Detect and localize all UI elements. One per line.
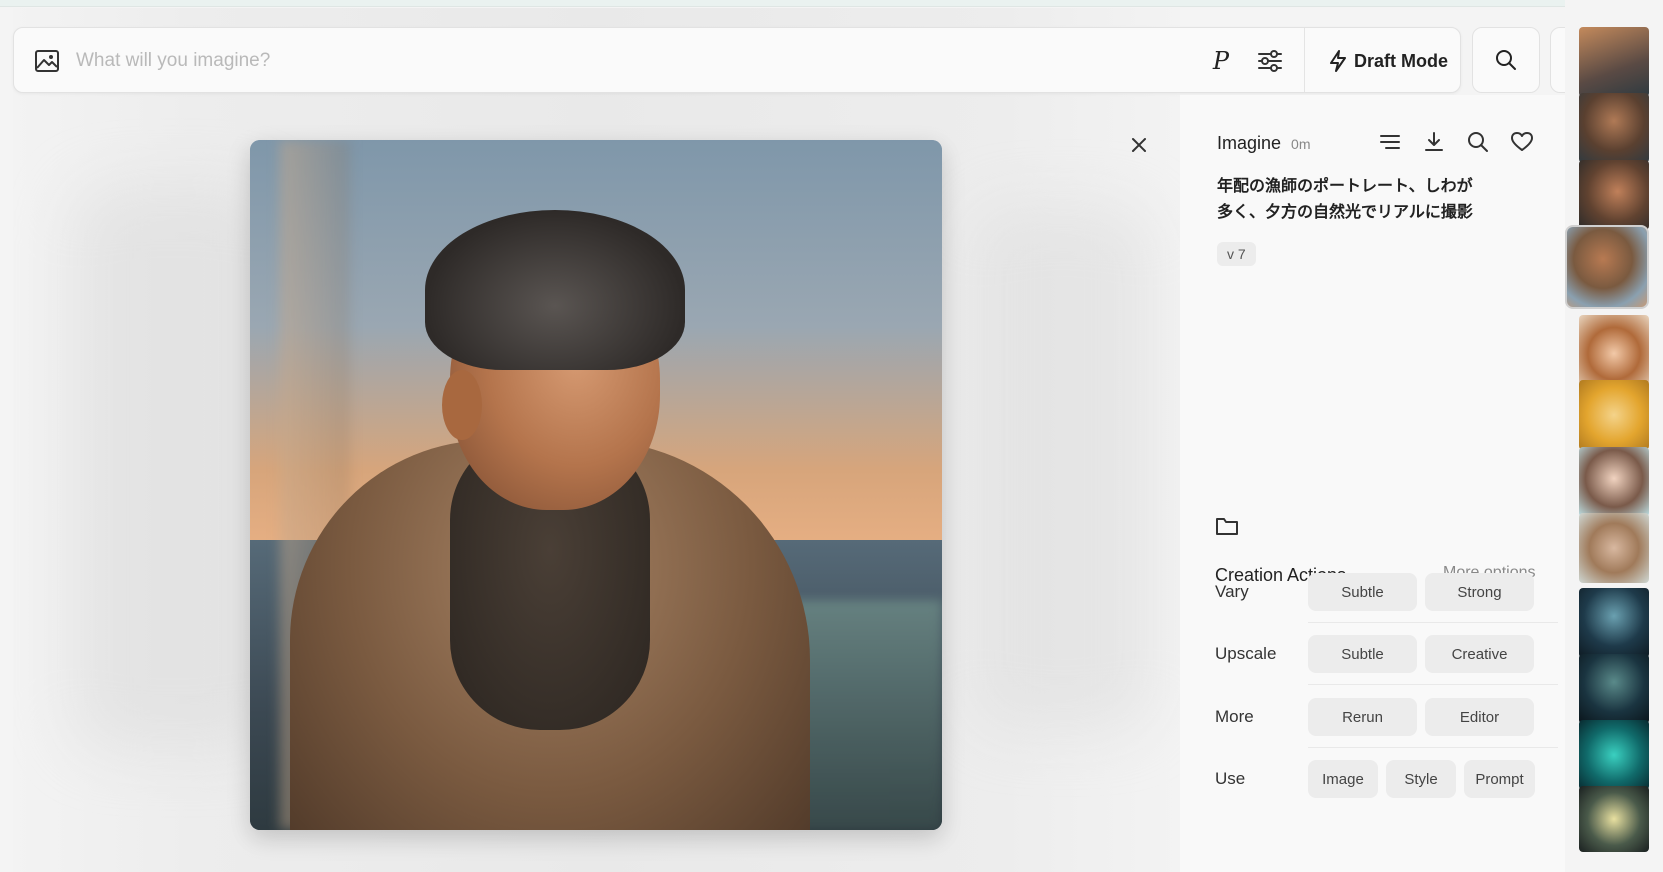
editor-button[interactable]: Editor (1425, 698, 1534, 736)
thumbnail[interactable] (1579, 380, 1649, 450)
background-blur-left (73, 188, 273, 748)
thumbnail[interactable] (1579, 27, 1649, 97)
thumbnail[interactable] (1579, 315, 1649, 385)
draft-mode-button[interactable]: Draft Mode (1322, 42, 1454, 80)
upscale-creative-button[interactable]: Creative (1425, 635, 1534, 673)
thumbnail[interactable] (1579, 447, 1649, 517)
image-upload-icon[interactable] (34, 48, 60, 74)
thumbnail[interactable] (1579, 513, 1649, 583)
lightning-icon (1330, 50, 1346, 72)
close-button[interactable] (1127, 133, 1151, 157)
thumbnail[interactable] (1579, 654, 1649, 724)
panel-header: Imagine 0m (1217, 133, 1311, 154)
vary-row: Vary Subtle Strong (1215, 573, 1542, 611)
add-to-folder-icon[interactable] (1215, 515, 1239, 537)
detail-panel: Imagine 0m 年配の漁師のポートレート、しわが 多く、夕方の自然光でリア… (1180, 95, 1565, 872)
search-button[interactable] (1472, 27, 1540, 93)
history-thumbnails (1565, 0, 1663, 872)
heart-icon[interactable] (1510, 130, 1534, 154)
job-time: 0m (1291, 136, 1311, 152)
draft-mode-label: Draft Mode (1354, 50, 1448, 71)
vary-label: Vary (1215, 582, 1249, 601)
background-blur-right (973, 208, 1153, 728)
thumbnail-selected[interactable] (1565, 225, 1649, 309)
upscale-subtle-button[interactable]: Subtle (1308, 635, 1417, 673)
use-style-button[interactable]: Style (1386, 760, 1456, 798)
prompt-line-2: 多く、夕方の自然光でリアルに撮影 (1217, 202, 1473, 221)
rerun-button[interactable]: Rerun (1308, 698, 1417, 736)
search-icon (1496, 50, 1516, 70)
download-icon[interactable] (1422, 130, 1446, 154)
job-type-title: Imagine (1217, 133, 1282, 153)
version-badge: v 7 (1217, 242, 1256, 266)
more-label: More (1215, 707, 1254, 726)
row-divider (1308, 622, 1558, 623)
use-label: Use (1215, 769, 1246, 788)
personalize-p-button[interactable]: P (1206, 45, 1236, 77)
thumbnail[interactable] (1579, 720, 1649, 790)
top-strip (0, 0, 1663, 7)
prompt-bar-divider (1304, 28, 1305, 92)
row-divider (1308, 684, 1558, 685)
prompt-input[interactable] (76, 43, 1156, 79)
more-row: More Rerun Editor (1215, 698, 1542, 736)
settings-sliders-icon[interactable] (1256, 47, 1284, 75)
vary-subtle-button[interactable]: Subtle (1308, 573, 1417, 611)
main-image-fisherman-portrait[interactable] (250, 140, 942, 830)
menu-lines-icon[interactable] (1378, 130, 1402, 154)
search-similar-icon[interactable] (1466, 130, 1490, 154)
row-divider (1308, 747, 1558, 748)
prompt-bar: P Draft Mode (13, 27, 1461, 93)
panel-header-actions (1378, 130, 1534, 154)
thumbnail[interactable] (1579, 786, 1649, 852)
use-image-button[interactable]: Image (1308, 760, 1378, 798)
use-row: Use Image Style Prompt (1215, 760, 1543, 798)
use-prompt-button[interactable]: Prompt (1464, 760, 1535, 798)
upscale-label: Upscale (1215, 644, 1277, 663)
upscale-row: Upscale Subtle Creative (1215, 635, 1542, 673)
thumbnail[interactable] (1579, 588, 1649, 658)
prompt-text: 年配の漁師のポートレート、しわが 多く、夕方の自然光でリアルに撮影 (1217, 173, 1477, 225)
thumbnail[interactable] (1579, 93, 1649, 163)
thumbnail[interactable] (1579, 160, 1649, 230)
close-icon (1132, 138, 1146, 152)
vary-strong-button[interactable]: Strong (1425, 573, 1534, 611)
prompt-line-1: 年配の漁師のポートレート、しわが (1217, 176, 1473, 195)
